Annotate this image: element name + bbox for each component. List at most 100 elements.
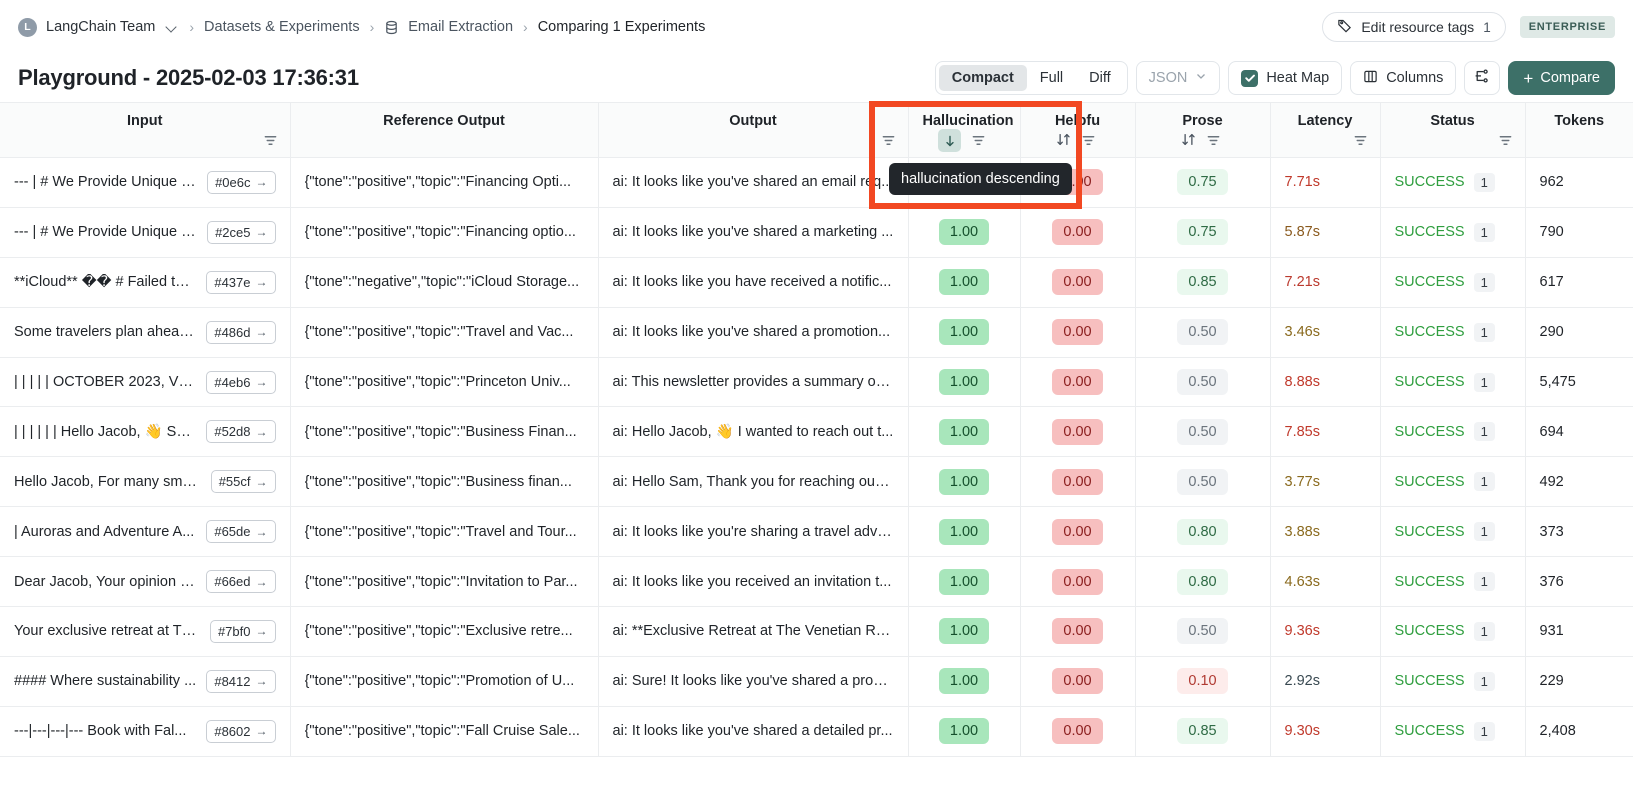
cell-helpfulness[interactable]: 0.00 xyxy=(1020,456,1136,508)
cell-output[interactable]: ai: This newsletter provides a summary o… xyxy=(598,357,909,408)
cell-output[interactable]: ai: It looks like you received an invita… xyxy=(598,556,909,608)
cell-output[interactable]: ai: It looks like you've shared a promot… xyxy=(598,307,909,358)
cell-reference-output[interactable]: {"tone":"positive","topic":"Travel and V… xyxy=(290,307,599,358)
cell-prose[interactable]: 0.80 xyxy=(1135,556,1271,608)
cell-tokens[interactable]: 229 xyxy=(1525,656,1633,707)
table-row[interactable]: #### Where sustainability ... #8412 → {"ton… xyxy=(0,656,1633,707)
cell-prose[interactable]: 0.75 xyxy=(1135,157,1271,208)
cell-status[interactable]: SUCCESS 1 xyxy=(1380,556,1526,608)
cell-hallucination[interactable]: 1.00 xyxy=(908,207,1021,258)
filter-icon[interactable] xyxy=(1349,129,1372,152)
cell-hallucination[interactable]: 1.00 xyxy=(908,257,1021,308)
cell-tokens[interactable]: 694 xyxy=(1525,406,1633,458)
cell-prose[interactable]: 0.50 xyxy=(1135,606,1271,657)
cell-input[interactable]: ---|---|---|--- Book with Fal... #8602 → xyxy=(0,706,291,757)
cell-reference-output[interactable]: {"tone":"positive","topic":"Travel and T… xyxy=(290,506,599,558)
cell-output[interactable]: ai: It looks like you're sharing a trave… xyxy=(598,506,909,558)
cell-status[interactable]: SUCCESS 1 xyxy=(1380,606,1526,657)
cell-helpfulness[interactable]: 0.00 xyxy=(1020,606,1136,657)
cell-latency[interactable]: 3.46s xyxy=(1270,307,1381,358)
chevron-down-icon[interactable] xyxy=(166,21,179,34)
cell-tokens[interactable]: 790 xyxy=(1525,207,1633,258)
cell-hallucination[interactable]: 1.00 xyxy=(908,606,1021,657)
sort-descending-icon[interactable] xyxy=(938,129,961,152)
cell-reference-output[interactable]: {"tone":"positive","topic":"Financing Op… xyxy=(290,157,599,208)
example-id-chip[interactable]: #486d → xyxy=(206,320,276,344)
example-id-chip[interactable]: #66ed → xyxy=(206,570,276,594)
example-id-chip[interactable]: #8412 → xyxy=(206,669,276,693)
filter-icon[interactable] xyxy=(877,129,900,152)
cell-reference-output[interactable]: {"tone":"positive","topic":"Exclusive re… xyxy=(290,606,599,657)
table-row[interactable]: | | | | | | Hello Jacob, 👋 Spo... #52d8 → {… xyxy=(0,406,1633,458)
cell-status[interactable]: SUCCESS 1 xyxy=(1380,506,1526,558)
cell-output[interactable]: ai: It looks like you've shared a detail… xyxy=(598,706,909,757)
cell-input[interactable]: Some travelers plan ahead;... #486d → xyxy=(0,307,291,358)
view-mode-full[interactable]: Full xyxy=(1027,65,1076,91)
cell-output[interactable]: ai: Hello Jacob, 👋 I wanted to reach out… xyxy=(598,406,909,458)
cell-status[interactable]: SUCCESS 1 xyxy=(1380,257,1526,308)
cell-input[interactable]: --- | # We Provide Unique Fi... #2ce5 → xyxy=(0,207,291,258)
cell-tokens[interactable]: 931 xyxy=(1525,606,1633,657)
table-row[interactable]: **iCloud** �� # Failed to ... #437e → {"ton… xyxy=(0,257,1633,308)
cell-tokens[interactable]: 373 xyxy=(1525,506,1633,558)
cell-hallucination[interactable]: 1.00 xyxy=(908,556,1021,608)
cell-helpfulness[interactable]: 0.00 xyxy=(1020,257,1136,308)
table-row[interactable]: Some travelers plan ahead;... #486d → {"ton… xyxy=(0,307,1633,358)
cell-prose[interactable]: 0.75 xyxy=(1135,207,1271,258)
filter-icon[interactable] xyxy=(259,129,282,152)
cell-latency[interactable]: 5.87s xyxy=(1270,207,1381,258)
columns-button[interactable]: Columns xyxy=(1350,61,1457,95)
table-row[interactable]: Your exclusive retreat at Th... #7bf0 → {"t… xyxy=(0,606,1633,657)
cell-latency[interactable]: 3.88s xyxy=(1270,506,1381,558)
cell-latency[interactable]: 7.21s xyxy=(1270,257,1381,308)
cell-reference-output[interactable]: {"tone":"positive","topic":"Business Fin… xyxy=(290,406,599,458)
cell-helpfulness[interactable]: 0.00 xyxy=(1020,357,1136,408)
filter-icon[interactable] xyxy=(1494,129,1517,152)
cell-status[interactable]: SUCCESS 1 xyxy=(1380,406,1526,458)
example-id-chip[interactable]: #52d8 → xyxy=(206,420,276,444)
cell-tokens[interactable]: 617 xyxy=(1525,257,1633,308)
cell-hallucination[interactable]: 1.00 xyxy=(908,357,1021,408)
cell-tokens[interactable]: 5,475 xyxy=(1525,357,1633,408)
cell-input[interactable]: Hello Jacob, For many small... #55cf → xyxy=(0,456,291,508)
cell-prose[interactable]: 0.85 xyxy=(1135,706,1271,757)
cell-hallucination[interactable]: 1.00 xyxy=(908,656,1021,707)
filter-icon[interactable] xyxy=(1077,129,1100,152)
cell-input[interactable]: | | | | | | Hello Jacob, 👋 Spo... #52d8 → xyxy=(0,406,291,458)
cell-input[interactable]: --- | # We Provide Unique F... #0e6c → xyxy=(0,157,291,208)
cell-input[interactable]: | | | | | OCTOBER 2023, VOL... #4eb6 → xyxy=(0,357,291,408)
table-row[interactable]: | | | | | OCTOBER 2023, VOL... #4eb6 → {"to… xyxy=(0,357,1633,408)
example-id-chip[interactable]: #65de → xyxy=(206,520,276,544)
cell-hallucination[interactable]: 1.00 xyxy=(908,706,1021,757)
cell-input[interactable]: #### Where sustainability ... #8412 → xyxy=(0,656,291,707)
example-id-chip[interactable]: #7bf0 → xyxy=(209,619,276,643)
table-row[interactable]: --- | # We Provide Unique Fi... #2ce5 → {"t… xyxy=(0,207,1633,258)
heat-map-toggle[interactable]: Heat Map xyxy=(1228,61,1343,95)
cell-latency[interactable]: 9.30s xyxy=(1270,706,1381,757)
cell-reference-output[interactable]: {"tone":"positive","topic":"Promotion of… xyxy=(290,656,599,707)
cell-helpfulness[interactable]: 0.00 xyxy=(1020,307,1136,358)
table-row[interactable]: | Auroras and Adventure A... #65de → {"tone… xyxy=(0,506,1633,558)
sort-toggle-icon[interactable] xyxy=(1056,132,1071,150)
cell-input[interactable]: Your exclusive retreat at Th... #7bf0 → xyxy=(0,606,291,657)
cell-hallucination[interactable]: 1.00 xyxy=(908,406,1021,458)
cell-reference-output[interactable]: {"tone":"positive","topic":"Fall Cruise … xyxy=(290,706,599,757)
cell-latency[interactable]: 4.63s xyxy=(1270,556,1381,608)
cell-input[interactable]: | Auroras and Adventure A... #65de → xyxy=(0,506,291,558)
cell-reference-output[interactable]: {"tone":"positive","topic":"Financing op… xyxy=(290,207,599,258)
cell-reference-output[interactable]: {"tone":"negative","topic":"iCloud Stora… xyxy=(290,257,599,308)
cell-output[interactable]: ai: Sure! It looks like you've shared a … xyxy=(598,656,909,707)
compare-button[interactable]: + Compare xyxy=(1508,61,1615,95)
cell-helpfulness[interactable]: 0.00 xyxy=(1020,656,1136,707)
cell-status[interactable]: SUCCESS 1 xyxy=(1380,157,1526,208)
cell-tokens[interactable]: 492 xyxy=(1525,456,1633,508)
branch-compare-button[interactable] xyxy=(1464,61,1501,95)
cell-status[interactable]: SUCCESS 1 xyxy=(1380,357,1526,408)
cell-status[interactable]: SUCCESS 1 xyxy=(1380,207,1526,258)
cell-helpfulness[interactable]: 0.00 xyxy=(1020,207,1136,258)
table-row[interactable]: --- | # We Provide Unique F... #0e6c → {"to… xyxy=(0,157,1633,208)
table-row[interactable]: Dear Jacob, Your opinion m... #66ed → {"ton… xyxy=(0,556,1633,608)
cell-tokens[interactable]: 290 xyxy=(1525,307,1633,358)
json-dropdown[interactable]: JSON xyxy=(1135,61,1221,95)
breadcrumb-dataset[interactable]: Email Extraction xyxy=(408,19,513,35)
